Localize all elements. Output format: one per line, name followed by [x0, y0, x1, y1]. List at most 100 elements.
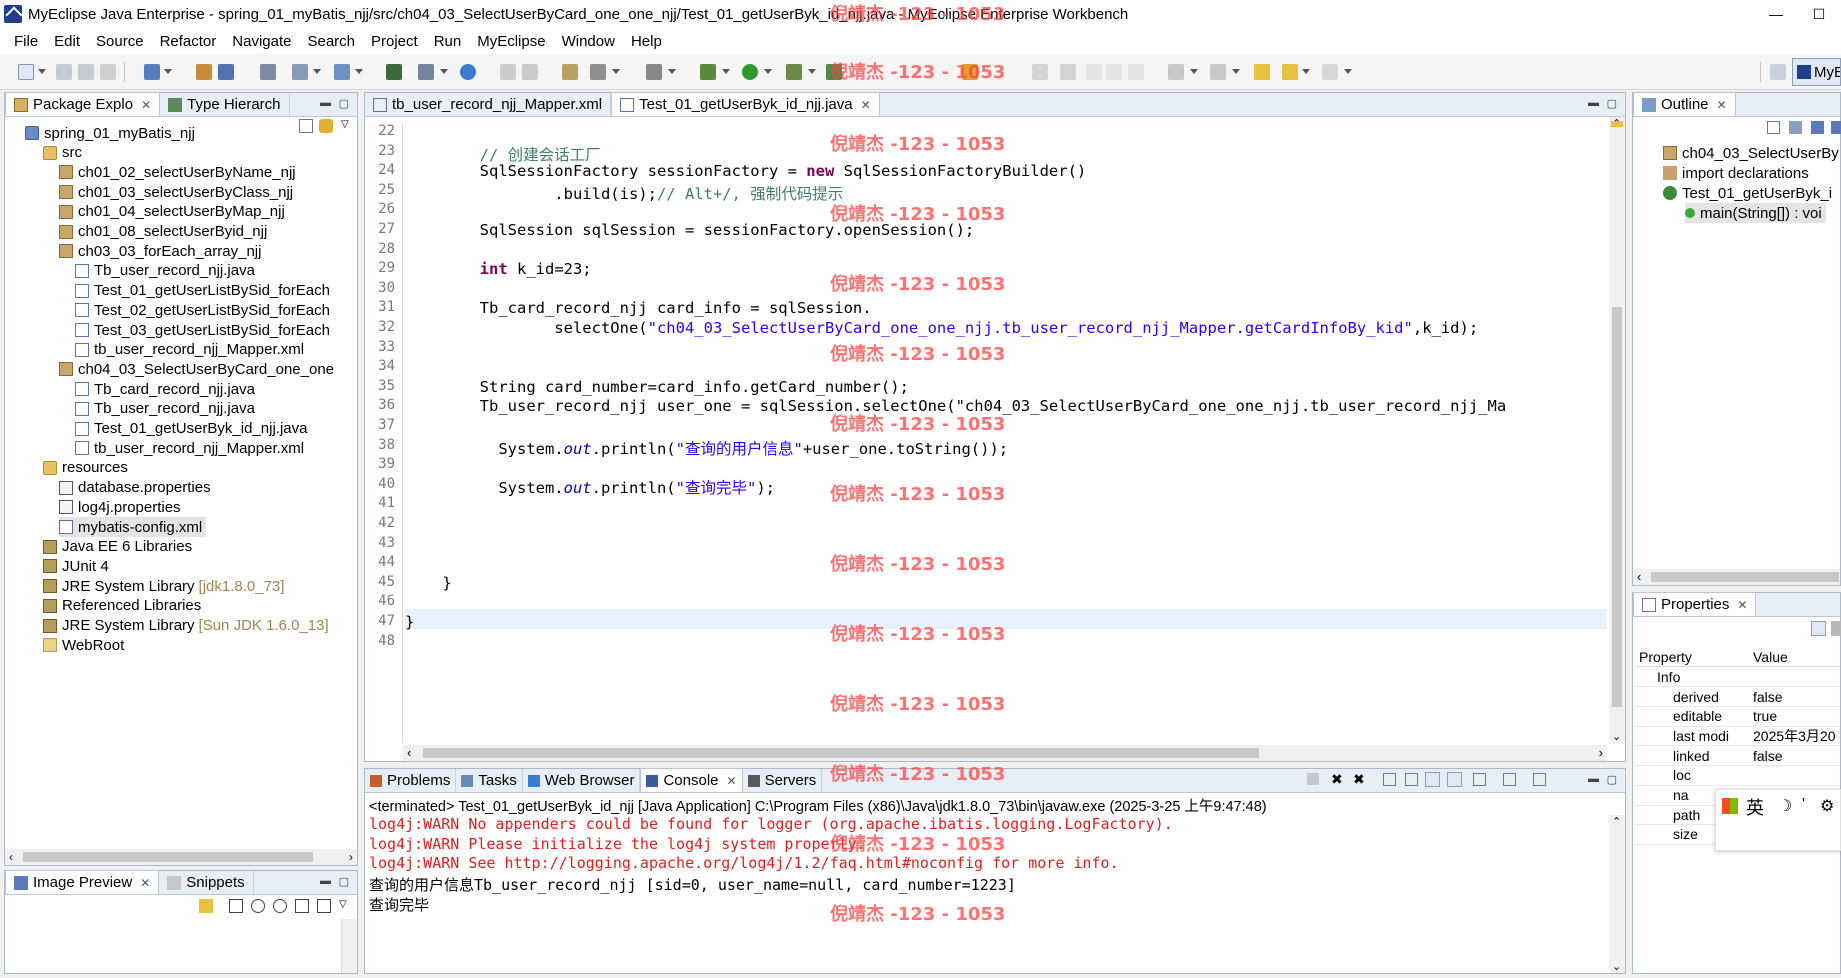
sort-icon[interactable] — [1789, 121, 1802, 134]
menu-file[interactable]: File — [6, 33, 46, 50]
print-icon[interactable] — [100, 64, 116, 80]
outline-package[interactable]: ch04_03_SelectUserBy — [1663, 143, 1839, 163]
back-history-icon[interactable] — [500, 64, 516, 80]
tree-item[interactable]: database.properties — [59, 478, 211, 498]
external-tools-icon[interactable] — [646, 64, 662, 80]
properties-group[interactable]: Info — [1635, 667, 1840, 687]
tree-item[interactable]: Tb_user_record_njj.java — [75, 261, 255, 281]
property-row[interactable]: editable true — [1635, 707, 1840, 727]
tab-test-java[interactable]: Test_01_getUserByk_id_njj.java ✕ — [611, 92, 880, 116]
tree-item[interactable]: tb_user_record_njj_Mapper.xml — [75, 438, 304, 458]
ime-mode-label[interactable]: 英 — [1746, 794, 1764, 820]
scroll-lock-icon[interactable] — [1405, 773, 1418, 786]
tree-item[interactable]: log4j.properties — [59, 497, 181, 517]
annotation-prev-icon[interactable] — [1060, 64, 1076, 80]
filter-icon[interactable] — [1831, 621, 1841, 636]
editor-horizontal-scrollbar[interactable]: ‹ › — [403, 745, 1607, 761]
background-icon[interactable] — [317, 899, 331, 913]
menu-search[interactable]: Search — [299, 33, 363, 50]
tab-web-browser[interactable]: Web Browser — [523, 769, 641, 792]
tree-item[interactable]: Tb_card_record_njj.java — [75, 379, 255, 399]
browser-icon[interactable] — [460, 64, 476, 80]
tree-item[interactable]: Referenced Libraries — [43, 596, 201, 616]
tree-item[interactable]: ch01_03_selectUserByClass_njj — [59, 182, 293, 202]
tree-item[interactable]: Test_01_getUserByk_id_njj.java — [75, 419, 307, 439]
maximize-view-icon[interactable]: ▢ — [1607, 97, 1617, 110]
view-menu-icon[interactable]: ▽ — [339, 899, 347, 910]
tab-tasks[interactable]: Tasks — [456, 769, 523, 792]
outline-horizontal-scrollbar[interactable]: ‹ — [1633, 569, 1840, 585]
menu-run[interactable]: Run — [426, 33, 470, 50]
property-row[interactable]: last modi 2025年3月20 — [1635, 726, 1840, 747]
copy-icon[interactable] — [522, 64, 538, 80]
tree-item[interactable]: mybatis-config.xml — [59, 517, 207, 537]
debug-server-icon[interactable] — [260, 64, 276, 80]
deploy-project-icon[interactable] — [418, 64, 434, 80]
minimize-view-icon[interactable]: ▬ — [320, 875, 331, 887]
scroll-left-icon[interactable]: ‹ — [9, 850, 13, 864]
menu-project[interactable]: Project — [363, 33, 426, 50]
editor-vertical-scrollbar[interactable]: ⌃ ⌄ — [1609, 117, 1625, 743]
tree-item[interactable]: Test_03_getUserListBySid_forEach — [75, 320, 330, 340]
ime-toolbar[interactable]: 英 ☽ ' ⚙ — [1715, 789, 1841, 851]
minimize-view-icon[interactable]: ▬ — [320, 97, 331, 109]
maximize-view-icon[interactable]: ▢ — [339, 97, 349, 110]
collapse-all-icon[interactable] — [299, 119, 313, 133]
categories-icon[interactable] — [1811, 621, 1826, 636]
tree-item[interactable]: ch01_04_selectUserByMap_njj — [59, 202, 285, 222]
tree-item[interactable]: Java EE 6 Libraries — [43, 537, 192, 557]
refresh-icon[interactable] — [199, 899, 213, 913]
scroll-right-icon[interactable]: › — [1599, 745, 1603, 760]
menu-edit[interactable]: Edit — [46, 33, 88, 50]
new-server-icon[interactable] — [386, 64, 402, 80]
tab-mapper-xml[interactable]: tb_user_record_njj_Mapper.xml — [365, 93, 612, 116]
tree-item[interactable]: src — [43, 143, 82, 163]
scrollbar-thumb[interactable] — [23, 852, 313, 862]
minimize-button[interactable]: — — [1754, 0, 1798, 28]
menu-myeclipse[interactable]: MyEclipse — [469, 33, 553, 50]
menu-refactor[interactable]: Refactor — [152, 33, 225, 50]
settings-icon[interactable]: ⚙ — [1820, 796, 1834, 816]
minimize-view-icon[interactable]: ▬ — [1588, 97, 1599, 109]
property-row[interactable]: linked false — [1635, 746, 1840, 767]
punctuation-icon[interactable]: ' — [1802, 796, 1805, 814]
outline-class[interactable]: Test_01_getUserByk_i — [1663, 183, 1832, 203]
annotation-next-icon[interactable] — [1032, 64, 1048, 80]
tree-item[interactable]: Test_01_getUserListBySid_forEach — [75, 281, 330, 301]
close-icon[interactable]: ✕ — [1717, 98, 1727, 112]
show-stderr-icon[interactable] — [1447, 772, 1462, 787]
outline-imports[interactable]: import declarations — [1663, 163, 1809, 183]
close-icon[interactable]: ✕ — [141, 98, 151, 112]
hide-fields-icon[interactable] — [1811, 121, 1824, 134]
scroll-left-icon[interactable]: ‹ — [407, 745, 411, 760]
show-stdout-icon[interactable] — [1425, 772, 1440, 787]
run-icon[interactable] — [742, 64, 758, 80]
tree-item[interactable]: JRE System Library [Sun JDK 1.6.0_13] — [43, 616, 329, 636]
outline-main-method[interactable]: main(String[]) : voi — [1685, 203, 1826, 223]
tab-servers[interactable]: Servers — [743, 769, 823, 792]
moon-icon[interactable]: ☽ — [1778, 796, 1792, 816]
deploy-icon[interactable] — [292, 64, 308, 80]
perspective-myeclipse[interactable]: MyE — [1792, 58, 1841, 86]
zoom-out-icon[interactable] — [251, 899, 265, 913]
tab-console[interactable]: Console ✕ — [640, 768, 743, 792]
clear-console-icon[interactable] — [1383, 773, 1396, 786]
close-icon[interactable]: ✕ — [140, 876, 150, 890]
search-tool-icon[interactable] — [590, 64, 606, 80]
menu-navigate[interactable]: Navigate — [224, 33, 299, 50]
maximize-button[interactable]: ☐ — [1797, 0, 1841, 28]
display-console-icon[interactable] — [1503, 773, 1516, 786]
actual-size-icon[interactable] — [295, 899, 309, 913]
property-row[interactable]: loc — [1635, 766, 1840, 786]
tree-item[interactable]: resources — [43, 458, 128, 478]
maximize-view-icon[interactable]: ▢ — [1607, 773, 1617, 786]
prev-annotation-icon[interactable] — [1210, 64, 1226, 80]
menu-help[interactable]: Help — [623, 33, 670, 50]
scrollbar-thumb[interactable] — [1612, 307, 1622, 707]
console-vertical-scrollbar[interactable]: ⌃ ⌄ — [1609, 815, 1625, 973]
close-icon[interactable]: ✕ — [1737, 598, 1747, 612]
tab-snippets[interactable]: Snippets — [159, 871, 254, 894]
tab-package-explorer[interactable]: Package Explo ✕ — [5, 92, 161, 116]
link-with-editor-icon[interactable] — [319, 119, 333, 133]
toggle-mark-icon[interactable] — [1086, 64, 1102, 80]
